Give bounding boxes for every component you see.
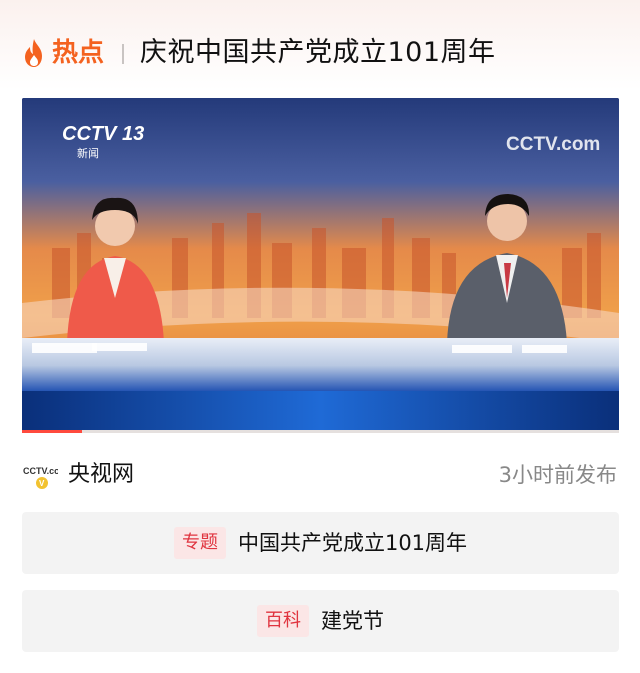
header: 热点 庆祝中国共产党成立101周年 [0,0,640,100]
cctv-logo-icon[interactable]: CCTV.com V [22,461,58,491]
hot-label: 热点 [52,38,105,68]
topic-card[interactable]: 专题 中国共产党成立101周年 [22,512,619,574]
video-frame: CCTV 13 新闻 CCTV.com [22,98,619,433]
watermark-text: CCTV.com [506,134,600,155]
header-divider [122,44,124,64]
channel-logo-text: CCTV 13 [62,123,144,145]
encyclopedia-card-text: 建党节 [321,609,384,633]
svg-text:V: V [39,479,45,488]
encyclopedia-card[interactable]: 百科 建党节 [22,590,619,652]
video-progress-fill [22,430,82,433]
source-row: CCTV.com V 央视网 3小时前发布 [22,455,619,495]
channel-sub-text: 新闻 [77,146,99,160]
source-name[interactable]: 央视网 [68,457,134,493]
video-progress-bar[interactable] [22,430,619,433]
flame-icon [25,39,42,67]
page-title: 庆祝中国共产党成立101周年 [140,37,496,68]
topic-tag: 专题 [173,527,226,559]
topic-card-text: 中国共产党成立101周年 [237,531,468,555]
encyclopedia-tag: 百科 [257,605,309,637]
source-logo-text: CCTV.com [23,466,58,476]
video-player[interactable]: CCTV 13 新闻 CCTV.com [22,98,619,433]
publish-time: 3小时前发布 [498,463,617,487]
